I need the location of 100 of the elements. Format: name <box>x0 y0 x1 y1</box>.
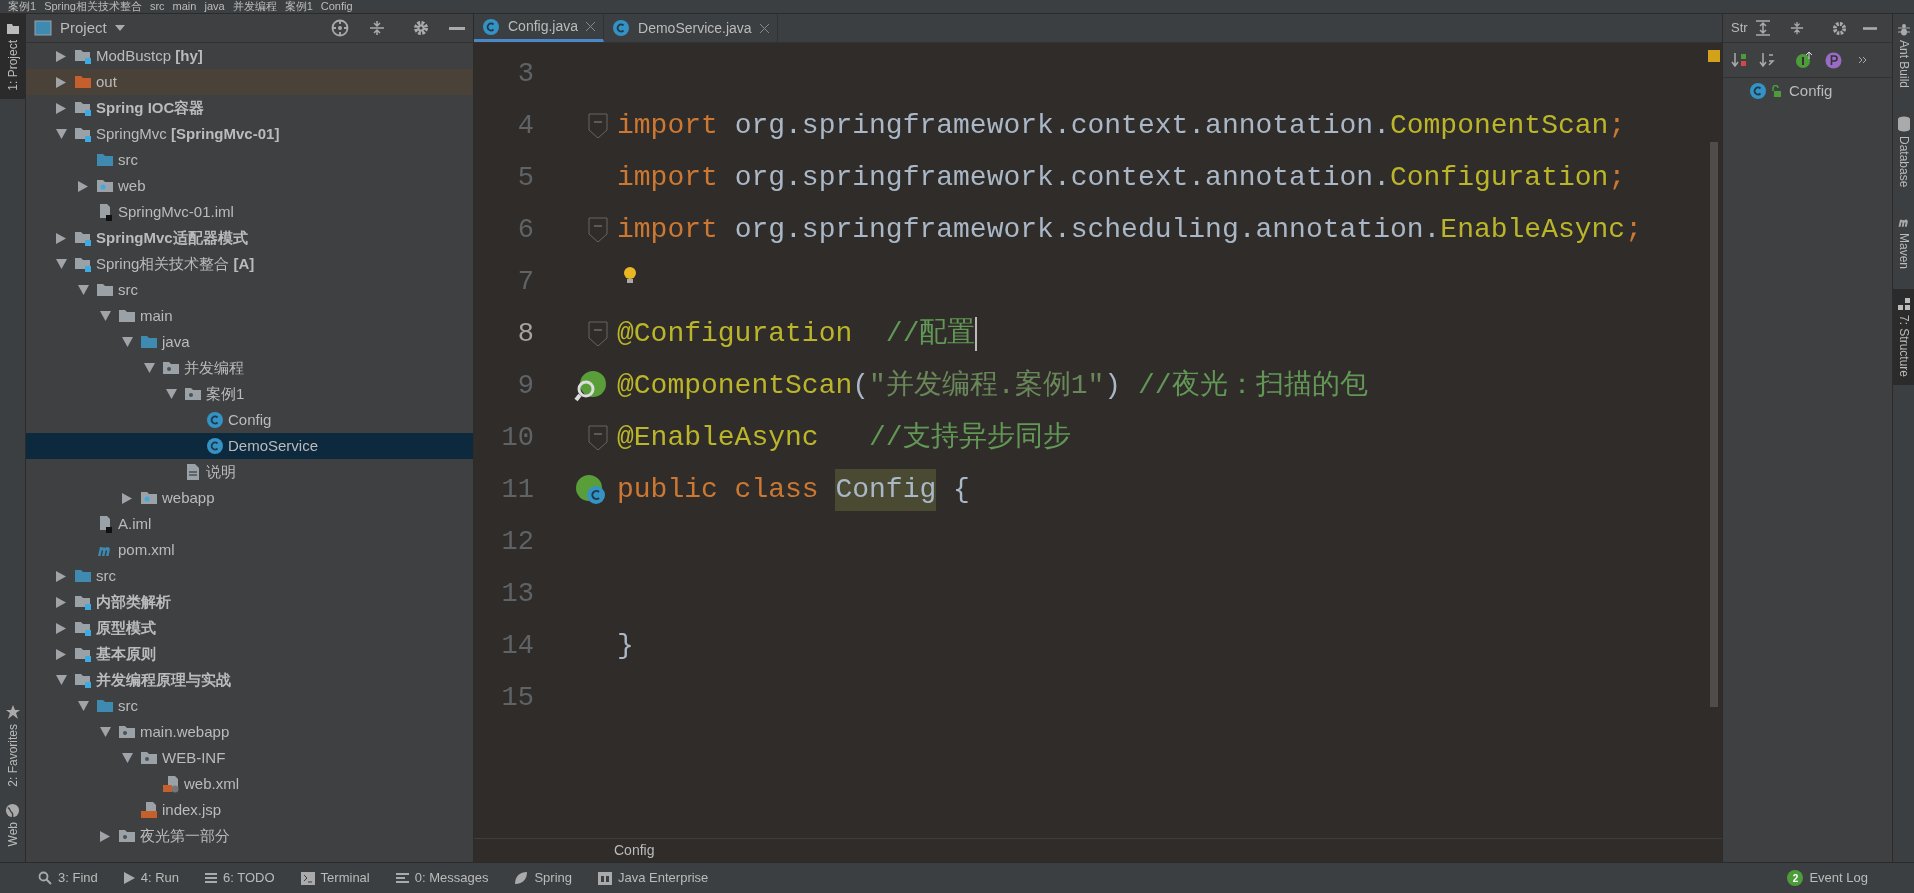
collapsed-arrow-icon[interactable] <box>56 622 66 634</box>
tree-item[interactable]: 夜光第一部分 <box>26 823 473 849</box>
breadcrumb-item[interactable]: 案例1 <box>8 0 37 13</box>
event-log-button[interactable]: 2 Event Log <box>1787 868 1868 888</box>
leaf-search-icon[interactable] <box>574 369 608 403</box>
tree-item[interactable]: 并发编程原理与实战 <box>26 667 473 693</box>
breadcrumb-item[interactable]: 并发编程 <box>232 0 277 13</box>
fold-marker-icon[interactable] <box>588 217 608 243</box>
tree-item[interactable]: webapp <box>26 485 473 511</box>
collapsed-arrow-icon[interactable] <box>56 50 66 62</box>
tree-item[interactable]: SpringMvc-01.iml <box>26 199 473 225</box>
expanded-arrow-icon[interactable] <box>99 311 111 321</box>
breadcrumb-item[interactable]: Config <box>320 0 353 13</box>
collapsed-arrow-icon[interactable] <box>56 648 66 660</box>
expanded-arrow-icon[interactable] <box>55 259 67 269</box>
expanded-arrow-icon[interactable] <box>143 363 155 373</box>
tree-item[interactable]: Spring IOC容器 <box>26 95 473 121</box>
tree-item[interactable]: src <box>26 563 473 589</box>
tree-item[interactable]: 并发编程 <box>26 355 473 381</box>
tree-item[interactable]: index.jsp <box>26 797 473 823</box>
tool-window-tab[interactable]: Maven <box>1893 207 1914 278</box>
settings-icon[interactable] <box>413 20 429 36</box>
expanded-arrow-icon[interactable] <box>121 337 133 347</box>
tree-item[interactable]: SpringMvc [SpringMvc-01] <box>26 121 473 147</box>
close-icon[interactable] <box>759 23 769 33</box>
tool-window-button[interactable]: 6: TODO <box>205 868 275 888</box>
expanded-arrow-icon[interactable] <box>77 701 89 711</box>
tool-window-tab[interactable]: Ant Build <box>1893 14 1914 97</box>
target-icon[interactable] <box>331 19 349 37</box>
tree-item[interactable]: src <box>26 277 473 303</box>
collapsed-arrow-icon[interactable] <box>56 570 66 582</box>
tree-item[interactable]: main <box>26 303 473 329</box>
tree-item[interactable]: src <box>26 693 473 719</box>
collapsed-arrow-icon[interactable] <box>56 76 66 88</box>
sort-alpha-icon[interactable] <box>1759 52 1775 68</box>
tree-item[interactable]: Config <box>26 407 473 433</box>
tree-item[interactable]: SpringMvc适配器模式 <box>26 225 473 251</box>
tree-item[interactable]: main.webapp <box>26 719 473 745</box>
settings-icon[interactable] <box>1831 20 1847 36</box>
tree-item[interactable]: 说明 <box>26 459 473 485</box>
tool-window-button[interactable]: Java Enterprise <box>598 868 709 888</box>
expand-all-icon[interactable] <box>1755 20 1770 36</box>
dropdown-caret-icon[interactable] <box>114 25 125 31</box>
expanded-arrow-icon[interactable] <box>55 129 67 139</box>
tree-item[interactable]: java <box>26 329 473 355</box>
tool-window-button[interactable]: 3: Find <box>38 868 98 888</box>
panel-title[interactable]: Project <box>60 16 107 40</box>
tool-window-button[interactable]: Terminal <box>300 868 370 888</box>
collapsed-arrow-icon[interactable] <box>78 180 88 192</box>
tree-item[interactable]: WEB-INF <box>26 745 473 771</box>
close-icon[interactable] <box>586 22 596 31</box>
tree-item[interactable]: pom.xml <box>26 537 473 563</box>
sort-visibility-icon[interactable] <box>1731 52 1747 68</box>
tool-window-tab[interactable]: Database <box>1893 108 1914 196</box>
tree-item[interactable]: web <box>26 173 473 199</box>
tree-item[interactable]: DemoService <box>26 433 473 459</box>
expanded-arrow-icon[interactable] <box>165 389 177 399</box>
fold-marker-icon[interactable] <box>588 425 608 451</box>
tree-item[interactable]: 基本原则 <box>26 641 473 667</box>
expanded-arrow-icon[interactable] <box>121 753 133 763</box>
structure-item[interactable]: Config <box>1723 78 1892 104</box>
tool-window-tab[interactable]: 7: Structure <box>1893 289 1914 386</box>
tool-window-button[interactable]: 4: Run <box>123 868 180 888</box>
collapse-all-icon[interactable] <box>369 20 385 36</box>
panel-title[interactable]: Str <box>1731 18 1748 38</box>
leaf-class-icon[interactable] <box>574 473 608 507</box>
tree-item[interactable]: ModBustcp [hy] <box>26 43 473 69</box>
collapsed-arrow-icon[interactable] <box>56 102 66 114</box>
more-chevrons-icon[interactable] <box>1858 56 1868 64</box>
tree-item[interactable]: 案例1 <box>26 381 473 407</box>
expanded-arrow-icon[interactable] <box>55 675 67 685</box>
tool-window-tab[interactable]: Web <box>0 794 25 854</box>
lightbulb-icon[interactable] <box>623 267 637 285</box>
collapse-all-icon[interactable] <box>1789 21 1804 35</box>
breadcrumb-item[interactable]: Spring相关技术整合 <box>44 0 142 13</box>
collapsed-arrow-icon[interactable] <box>122 492 132 504</box>
collapsed-arrow-icon[interactable] <box>56 596 66 608</box>
editor-breadcrumb[interactable]: Config <box>614 840 655 861</box>
expanded-arrow-icon[interactable] <box>77 285 89 295</box>
breadcrumb-item[interactable]: src <box>149 0 165 13</box>
tool-window-button[interactable]: 0: Messages <box>395 868 489 888</box>
tree-item[interactable]: 原型模式 <box>26 615 473 641</box>
breadcrumb-item[interactable]: java <box>204 0 225 13</box>
tree-item[interactable]: Spring相关技术整合 [A] <box>26 251 473 277</box>
minimize-icon[interactable] <box>1862 26 1877 30</box>
tree-item[interactable]: out <box>26 69 473 95</box>
editor-tab[interactable]: DemoService.java <box>604 14 778 42</box>
breadcrumb-item[interactable]: main <box>172 0 197 13</box>
collapsed-arrow-icon[interactable] <box>56 232 66 244</box>
scrollbar-thumb[interactable] <box>1710 142 1718 707</box>
tree-item[interactable]: web.xml <box>26 771 473 797</box>
collapsed-arrow-icon[interactable] <box>100 830 110 842</box>
tree-item[interactable]: A.iml <box>26 511 473 537</box>
tool-window-tab[interactable]: 1: Project <box>0 14 25 99</box>
inherited-icon[interactable] <box>1795 51 1813 69</box>
expanded-arrow-icon[interactable] <box>99 727 111 737</box>
fold-marker-icon[interactable] <box>588 113 608 139</box>
editor-tab[interactable]: Config.java <box>474 14 605 42</box>
minimize-icon[interactable] <box>449 26 465 30</box>
tool-window-tab[interactable]: 2: Favorites <box>0 695 25 795</box>
